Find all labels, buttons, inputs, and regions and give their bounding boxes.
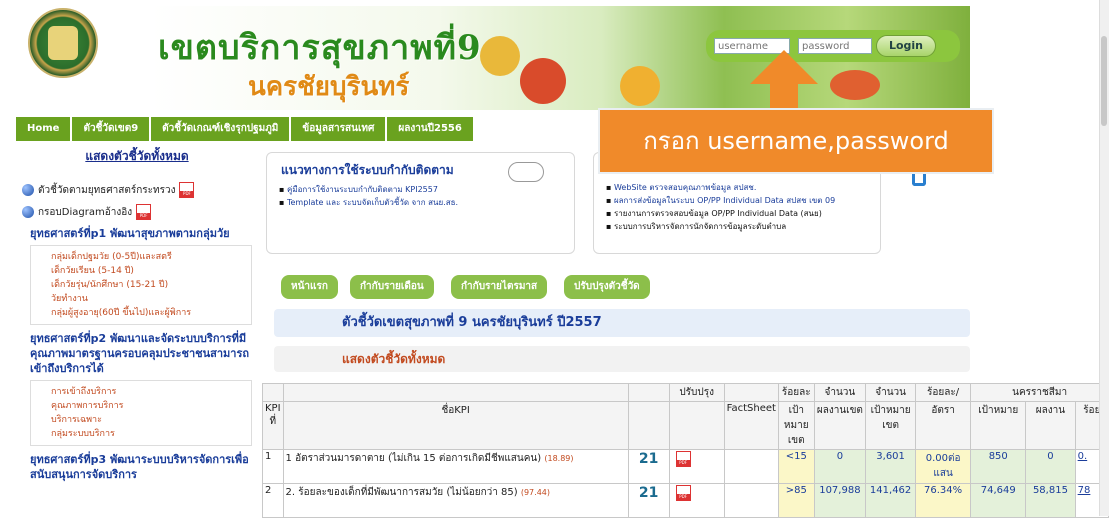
col-rate-2: อัตรา (914, 401, 972, 450)
sidebar-item-ministry-kpi[interactable]: ตัวชี้วัดตามยุทธศาสตร์กระทรวง (22, 182, 252, 198)
arrow-up-icon (750, 50, 818, 84)
chart-21-icon[interactable]: 21 (627, 449, 670, 484)
strategy-2-sub[interactable]: การเข้าถึงบริการ (51, 385, 251, 399)
show-all-heading: แสดงตัวชี้วัดทั้งหมด (274, 346, 970, 372)
col-factsheet: FactSheet (723, 401, 779, 450)
strategy-1-sub[interactable]: เด็กวัยเรียน (5-14 ปี) (51, 264, 251, 278)
cloud-icon (508, 162, 544, 182)
col-kpi-no: KPI ที่ (262, 401, 284, 450)
annotation-callout: กรอก username,password (598, 108, 994, 174)
col-pct-target: ร้อยละ (777, 383, 815, 402)
strategy-1-sub[interactable]: วัยทำงาน (51, 292, 251, 306)
col-pct-target-2: เป้าหมายเขต (777, 401, 815, 450)
scrollbar-thumb[interactable] (1101, 36, 1107, 126)
col-p-result: ผลงาน (1025, 401, 1076, 450)
strategy-2-heading[interactable]: ยุทธศาสตร์ที่p2 พัฒนาและจัดระบบบริการที่… (22, 331, 252, 376)
orange-decoration (620, 66, 660, 106)
col-p-target: เป้าหมาย (970, 401, 1027, 450)
pdf-icon[interactable] (136, 204, 152, 220)
guide-link[interactable]: ▪ คู่มือการใช้งานระบบกำกับติดตาม KPI2557 (279, 183, 458, 196)
table-header-blank (262, 383, 284, 402)
external-link[interactable]: ▪ รายงานการตรวจสอบข้อมูล OP/PP Individua… (606, 207, 835, 220)
table-row: 1 1 อัตราส่วนมารดาตาย (ไม่เกิน 15 ต่อการ… (262, 449, 1109, 484)
external-link[interactable]: ▪ ผลการส่งข้อมูลในระบบ OP/PP Individual … (606, 194, 835, 207)
nav-results-2556[interactable]: ผลงานปี2556 (387, 117, 473, 141)
kpi-name[interactable]: 1 อัตราส่วนมารดาตาย (ไม่เกิน 15 ต่อการเก… (286, 453, 542, 464)
col-amount-target-2: เป้าหมายเขต (865, 401, 916, 450)
header: เขตบริการสุขภาพที่9 นครชัยบุรินทร์ Login (0, 0, 1100, 112)
bullet-icon (22, 184, 34, 196)
home-button[interactable]: หน้าแรก (281, 275, 338, 299)
table-row: 2 2. ร้อยละของเด็กที่มีพัฒนาการสมวัย (ไม… (262, 483, 1109, 518)
col-amount-target: จำนวน (865, 383, 916, 402)
quarterly-button[interactable]: กำกับรายไตรมาส (451, 275, 548, 299)
guide-list: ▪ คู่มือการใช้งานระบบกำกับติดตาม KPI2557… (279, 183, 458, 209)
strategy-2-sub[interactable]: คุณภาพการบริการ (51, 399, 251, 413)
bullet-icon (22, 206, 34, 218)
sidebar-item-diagram[interactable]: กรอบDiagramอ้างอิง (22, 204, 252, 220)
ministry-logo (28, 8, 98, 78)
sidebar: แสดงตัวชี้วัดทั้งหมด ตัวชี้วัดตามยุทธศาส… (22, 147, 252, 482)
strategy-1-sub[interactable]: กลุ่มผู้สูงอายุ(60ปี ขึ้นไป)และผู้พิการ (51, 306, 251, 320)
external-link[interactable]: ▪ ระบบการบริหารจัดการนักจัดการข้อมูลระดั… (606, 220, 835, 233)
guide-title: แนวทางการใช้ระบบกำกับติดตาม (281, 163, 454, 177)
col-update: ปรับปรุง (668, 383, 725, 402)
nav-primary-care-kpi[interactable]: ตัวชี้วัดเกณฑ์เชิงรุกปฐมภูมิ (151, 117, 290, 141)
strategy-1-sub[interactable]: กลุ่มเด็กปฐมวัย (0-5ปี)และสตรี (51, 250, 251, 264)
site-subtitle: นครชัยบุรินทร์ (248, 72, 410, 102)
fruit-decoration-2 (830, 70, 880, 100)
links-list: ▪ WebSite ตรวจสอบคุณภาพข้อมูล สปสช. ▪ ผล… (606, 181, 835, 233)
strategy-1-sub[interactable]: เด็กวัยรุ่น/นักศึกษา (15-21 ปี) (51, 278, 251, 292)
guide-link[interactable]: ▪ Template และ ระบบจัดเก็บตัวชี้วัด จาก … (279, 196, 458, 209)
strategy-2-sub[interactable]: บริการเฉพาะ (51, 413, 251, 427)
pdf-icon[interactable] (179, 182, 195, 198)
pdf-icon[interactable] (675, 485, 691, 501)
update-kpi-button[interactable]: ปรับปรุงตัวชี้วัด (564, 275, 650, 299)
fruit-decoration (480, 36, 520, 76)
nav-home[interactable]: Home (16, 117, 71, 141)
chart-21-icon[interactable]: 21 (627, 483, 670, 518)
col-amount-result: จำนวน (813, 383, 867, 402)
strategy-3-heading[interactable]: ยุทธศาสตร์ที่p3 พัฒนาระบบบริหารจัดการเพื… (22, 452, 252, 482)
col-province: นครราชสีมา (970, 383, 1109, 402)
sidebar-title[interactable]: แสดงตัวชี้วัดทั้งหมด (22, 147, 252, 166)
kpi-name[interactable]: 2. ร้อยละของเด็กที่มีพัฒนาการสมวัย (ไม่น… (286, 487, 518, 498)
apple-decoration (520, 58, 566, 104)
external-link[interactable]: ▪ WebSite ตรวจสอบคุณภาพข้อมูล สปสช. (606, 181, 835, 194)
kpi-section-title: ตัวชี้วัดเขตสุขภาพที่ 9 นครชัยบุรินทร์ ป… (274, 309, 970, 337)
strategy-1-heading[interactable]: ยุทธศาสตร์ที่p1 พัฒนาสุขภาพตามกลุ่มวัย (22, 226, 252, 241)
main-nav: Home ตัวชี้วัดเขต9 ตัวชี้วัดเกณฑ์เชิงรุก… (16, 117, 473, 141)
col-amount-result-2: ผลงานเขต (813, 401, 867, 450)
nav-region9-kpi[interactable]: ตัวชี้วัดเขต9 (72, 117, 150, 141)
strategy-2-list: การเข้าถึงบริการ คุณภาพการบริการ บริการเ… (30, 380, 252, 446)
login-button[interactable]: Login (876, 35, 936, 57)
pdf-icon[interactable] (675, 451, 691, 467)
col-rate: ร้อยละ/ (914, 383, 972, 402)
strategy-1-list: กลุ่มเด็กปฐมวัย (0-5ปี)และสตรี เด็กวัยเร… (30, 245, 252, 325)
kpi-table: ปรับปรุง ร้อยละ จำนวน จำนวน ร้อยละ/ นครร… (262, 383, 1109, 518)
monthly-button[interactable]: กำกับรายเดือน (350, 275, 434, 299)
col-kpi-name: ชื่อKPI (282, 401, 629, 450)
strategy-2-sub[interactable]: กลุ่มระบบบริการ (51, 427, 251, 441)
nav-information[interactable]: ข้อมูลสารสนเทศ (291, 117, 386, 141)
